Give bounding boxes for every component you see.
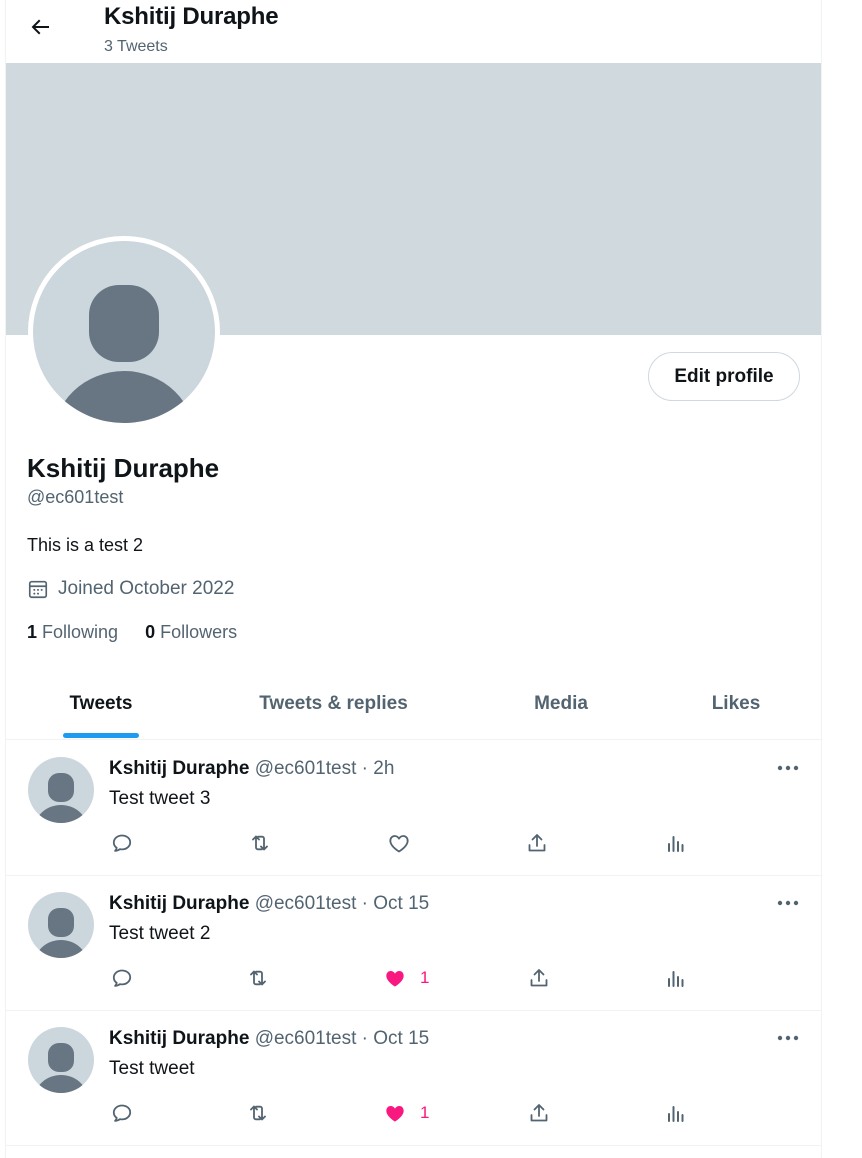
tweet-more-button[interactable] bbox=[774, 892, 802, 914]
tab-tweets-and-replies[interactable]: Tweets & replies bbox=[196, 668, 471, 740]
share-button[interactable] bbox=[525, 830, 549, 856]
followers-link[interactable]: 0 Followers bbox=[145, 622, 237, 643]
tweet-author-name[interactable]: Kshitij Duraphe bbox=[109, 1028, 249, 1049]
profile-handle: @ec601test bbox=[27, 487, 124, 507]
tweet[interactable]: Kshitij Duraphe @ec601test · Oct 15 Test… bbox=[6, 1010, 821, 1146]
tweet[interactable]: Kshitij Duraphe @ec601test · 2h Test twe… bbox=[6, 740, 821, 876]
default-avatar-icon bbox=[35, 1043, 87, 1093]
header-title: Kshitij Duraphe bbox=[104, 3, 279, 30]
like-button[interactable] bbox=[387, 830, 424, 856]
tweet-timestamp[interactable]: 2h bbox=[373, 758, 394, 779]
tweet-text: Test tweet 2 bbox=[109, 923, 211, 944]
following-link[interactable]: 1 Following bbox=[27, 622, 118, 643]
tweet[interactable]: Kshitij Duraphe @ec601test · Oct 15 Test… bbox=[6, 875, 821, 1011]
calendar-icon bbox=[27, 578, 49, 600]
tweet-avatar[interactable] bbox=[28, 757, 94, 823]
tweet-timestamp[interactable]: Oct 15 bbox=[373, 1028, 429, 1049]
tab-likes[interactable]: Likes bbox=[651, 668, 821, 740]
tweet-text: Test tweet bbox=[109, 1058, 195, 1079]
joined-date: Joined October 2022 bbox=[58, 578, 235, 599]
like-count: 1 bbox=[420, 968, 430, 987]
profile-name: Kshitij Duraphe bbox=[27, 453, 220, 483]
share-icon bbox=[528, 834, 546, 852]
retweet-icon bbox=[250, 1105, 266, 1121]
share-button[interactable] bbox=[527, 1100, 551, 1126]
share-icon bbox=[530, 1104, 548, 1122]
reply-icon bbox=[112, 969, 132, 987]
analytics-icon bbox=[668, 1106, 684, 1122]
retweet-icon bbox=[252, 835, 268, 851]
following-count: 1 bbox=[27, 622, 38, 642]
share-icon bbox=[530, 969, 548, 987]
retweet-button[interactable] bbox=[246, 1100, 270, 1126]
heart-icon bbox=[389, 835, 409, 853]
tweet-header: Kshitij Duraphe @ec601test · Oct 15 bbox=[109, 1028, 429, 1050]
followers-label: Followers bbox=[160, 622, 238, 642]
tweet-separator: · bbox=[361, 1028, 368, 1049]
heart-filled-icon bbox=[386, 971, 404, 987]
tweet-text: Test tweet 3 bbox=[109, 788, 211, 809]
tweet-author-handle[interactable]: @ec601test bbox=[255, 1028, 357, 1049]
edit-profile-button[interactable]: Edit profile bbox=[648, 352, 800, 401]
retweet-button[interactable] bbox=[248, 830, 272, 856]
profile-bio: This is a test 2 bbox=[27, 535, 144, 555]
analytics-icon bbox=[668, 836, 684, 852]
tweet-timestamp[interactable]: Oct 15 bbox=[373, 893, 429, 914]
tweet-separator: · bbox=[361, 893, 368, 914]
analytics-button[interactable] bbox=[664, 965, 688, 991]
analytics-button[interactable] bbox=[664, 1100, 688, 1126]
tab-media[interactable]: Media bbox=[471, 668, 651, 740]
header-tweet-count: 3 Tweets bbox=[104, 38, 168, 55]
analytics-button[interactable] bbox=[664, 830, 688, 856]
reply-button[interactable] bbox=[110, 1100, 134, 1126]
tweet-author-name[interactable]: Kshitij Duraphe bbox=[109, 758, 249, 779]
tweet-header: Kshitij Duraphe @ec601test · Oct 15 bbox=[109, 893, 429, 915]
more-dots-icon bbox=[777, 765, 799, 771]
tweet-separator: · bbox=[361, 758, 368, 779]
profile-joined: Joined October 2022 bbox=[27, 578, 234, 600]
reply-icon bbox=[112, 834, 132, 852]
tweet-header: Kshitij Duraphe @ec601test · 2h bbox=[109, 758, 394, 780]
profile-column: Kshitij Duraphe 3 Tweets Edit profile Ks… bbox=[5, 0, 822, 1158]
following-label: Following bbox=[42, 622, 119, 642]
reply-button[interactable] bbox=[110, 830, 134, 856]
arrow-left-icon bbox=[31, 19, 49, 35]
retweet-icon bbox=[250, 970, 266, 986]
profile-header: Kshitij Duraphe 3 Tweets bbox=[6, 0, 821, 63]
follow-stats: 1 Following 0 Followers bbox=[27, 622, 264, 643]
default-avatar-icon bbox=[54, 285, 194, 423]
retweet-button[interactable] bbox=[246, 965, 270, 991]
tweet-author-handle[interactable]: @ec601test bbox=[255, 893, 357, 914]
tab-tweets[interactable]: Tweets bbox=[6, 668, 196, 740]
profile-tabs: Tweets Tweets & replies Media Likes bbox=[6, 668, 821, 740]
more-dots-icon bbox=[777, 1035, 799, 1041]
tweet-author-handle[interactable]: @ec601test bbox=[255, 758, 357, 779]
heart-filled-icon bbox=[386, 1106, 404, 1122]
like-button[interactable]: 1 bbox=[383, 965, 429, 991]
tweet-avatar[interactable] bbox=[28, 1027, 94, 1093]
profile-avatar[interactable] bbox=[28, 236, 220, 428]
tweet-author-name[interactable]: Kshitij Duraphe bbox=[109, 893, 249, 914]
default-avatar-icon bbox=[35, 908, 87, 958]
active-tab-indicator bbox=[63, 733, 139, 738]
reply-button[interactable] bbox=[110, 965, 134, 991]
tweet-more-button[interactable] bbox=[774, 1027, 802, 1049]
share-button[interactable] bbox=[527, 965, 551, 991]
tweet-avatar[interactable] bbox=[28, 892, 94, 958]
followers-count: 0 bbox=[145, 622, 156, 642]
more-dots-icon bbox=[777, 900, 799, 906]
reply-icon bbox=[112, 1104, 132, 1122]
default-avatar-icon bbox=[35, 773, 87, 823]
tweet-more-button[interactable] bbox=[774, 757, 802, 779]
like-count: 1 bbox=[420, 1103, 430, 1122]
analytics-icon bbox=[668, 971, 684, 987]
like-button[interactable]: 1 bbox=[383, 1100, 429, 1126]
back-button[interactable] bbox=[22, 9, 58, 45]
